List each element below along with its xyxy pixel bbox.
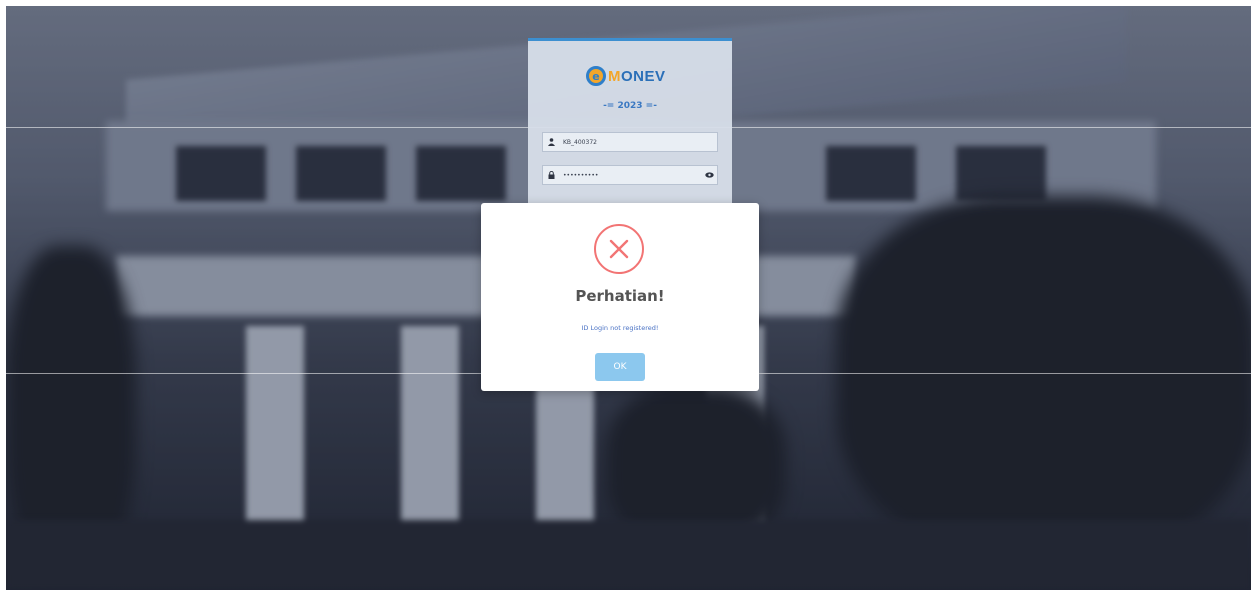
alert-dialog: Perhatian! ID Login not registered! OK [481,203,759,391]
username-value[interactable]: KB_400372 [559,139,717,146]
year-label: -= 2023 =- [603,101,657,111]
password-value[interactable]: •••••••••• [559,172,701,179]
password-field[interactable]: •••••••••• [542,165,718,185]
eye-icon[interactable] [701,171,717,180]
lock-icon [543,166,559,184]
dialog-message: ID Login not registered! [581,324,659,332]
ok-button[interactable]: OK [595,353,645,381]
dialog-title: Perhatian! [575,287,665,305]
username-field[interactable]: KB_400372 [542,132,718,152]
error-x-icon [594,224,644,274]
logo-e-icon: e [586,66,606,86]
logo-text: MONEV [608,67,666,85]
user-icon [543,133,559,151]
login-card: e MONEV -= 2023 =- KB_400372 •••••••••• [528,38,732,213]
app-logo: e MONEV [586,63,676,89]
